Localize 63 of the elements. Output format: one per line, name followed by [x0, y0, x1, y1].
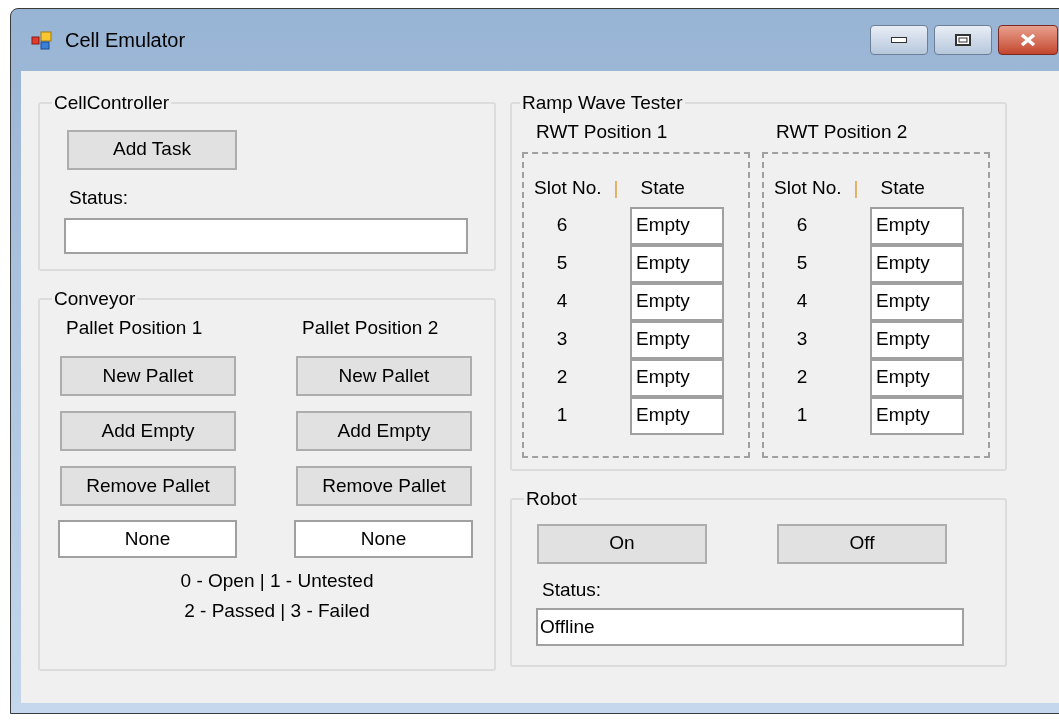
- slot-number: 3: [555, 327, 569, 352]
- action-button[interactable]: Remove Pallet: [60, 466, 236, 506]
- action-button[interactable]: New Pallet: [60, 356, 236, 396]
- close-icon: [1020, 33, 1036, 47]
- action-button[interactable]: Add Task: [67, 129, 237, 170]
- slot-state-field[interactable]: Empty: [630, 358, 724, 397]
- slot-state-field[interactable]: Empty: [870, 282, 964, 321]
- app-icon: [31, 30, 53, 50]
- slot-number: 6: [555, 213, 569, 238]
- slot-number: 4: [795, 289, 809, 314]
- group-title: Robot: [525, 487, 578, 511]
- action-button[interactable]: Off: [777, 523, 947, 564]
- position-title: RWT Position 2: [775, 119, 909, 144]
- slot-number: 1: [795, 403, 809, 428]
- column-separator: |: [613, 176, 619, 200]
- state-legend: 0 - Open | 1 - Untested: [180, 566, 374, 596]
- slot-state-field[interactable]: Empty: [630, 244, 724, 283]
- status-label: Status:: [68, 185, 130, 210]
- slot-number: 6: [795, 213, 809, 238]
- restore-icon: [955, 34, 971, 46]
- action-button[interactable]: Remove Pallet: [296, 466, 472, 506]
- slot-number: 4: [555, 289, 569, 314]
- slot-state-field[interactable]: Empty: [870, 320, 964, 359]
- group-title: Conveyor: [53, 287, 137, 311]
- pallet-state-field[interactable]: None: [58, 520, 237, 558]
- slot-number: 1: [555, 403, 569, 428]
- slot-number: 5: [795, 251, 809, 276]
- minimize-icon: [891, 37, 907, 43]
- action-button[interactable]: Add Empty: [60, 411, 236, 451]
- status-field[interactable]: Offline: [536, 608, 964, 646]
- slot-number: 2: [555, 365, 569, 390]
- action-button[interactable]: Add Empty: [296, 411, 472, 451]
- window-title: Cell Emulator: [65, 28, 186, 53]
- slot-number: 5: [555, 251, 569, 276]
- state-header: State: [880, 176, 925, 200]
- slot-state-field[interactable]: Empty: [870, 396, 964, 435]
- slot-state-field[interactable]: Empty: [870, 358, 964, 397]
- minimize-button[interactable]: [870, 25, 928, 55]
- slot-state-field[interactable]: Empty: [630, 320, 724, 359]
- position-title: Pallet Position 1: [65, 315, 203, 340]
- pallet-state-field[interactable]: None: [294, 520, 473, 558]
- slot-state-field[interactable]: Empty: [870, 244, 964, 283]
- slot-state-field[interactable]: Empty: [630, 206, 724, 245]
- action-button[interactable]: On: [537, 523, 707, 564]
- position-title: RWT Position 1: [535, 119, 669, 144]
- close-button[interactable]: [998, 25, 1058, 55]
- slot-state-field[interactable]: Empty: [870, 206, 964, 245]
- status-label: Status:: [541, 577, 603, 602]
- action-button[interactable]: New Pallet: [296, 356, 472, 396]
- status-field[interactable]: [64, 218, 468, 254]
- column-separator: |: [853, 176, 859, 200]
- slot-header: Slot No.: [774, 176, 842, 200]
- state-legend: 2 - Passed | 3 - Failed: [184, 596, 370, 626]
- state-header: State: [640, 176, 685, 200]
- slot-number: 2: [795, 365, 809, 390]
- slot-header: Slot No.: [534, 176, 602, 200]
- group-title: CellController: [53, 91, 171, 115]
- position-title: Pallet Position 2: [301, 315, 439, 340]
- slot-state-field[interactable]: Empty: [630, 396, 724, 435]
- group-title: Ramp Wave Tester: [521, 91, 684, 115]
- slot-state-field[interactable]: Empty: [630, 282, 724, 321]
- maximize-button[interactable]: [934, 25, 992, 55]
- slot-number: 3: [795, 327, 809, 352]
